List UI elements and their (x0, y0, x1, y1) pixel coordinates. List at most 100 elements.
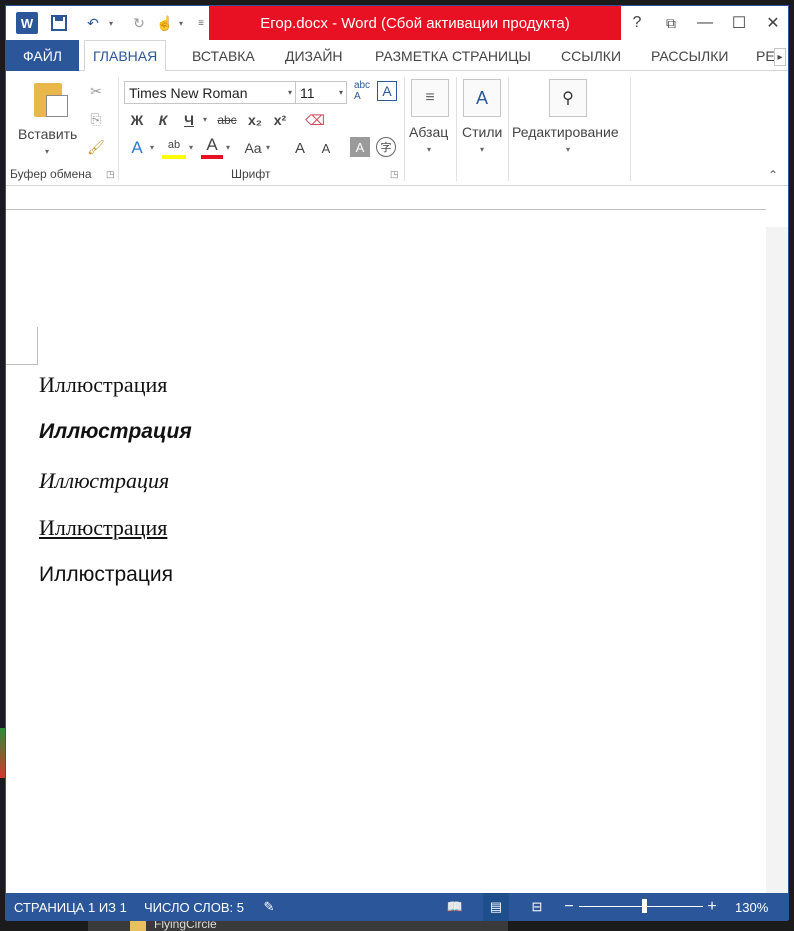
zoom-slider[interactable] (579, 906, 703, 907)
paragraph-button[interactable]: Абзац (409, 124, 448, 140)
group-divider (456, 77, 457, 181)
word-window: W ↶ ▾ ↻ ☝ ▾ ≡ Егор.docx - Word (Сбой акт… (5, 5, 790, 921)
zoom-slider-thumb[interactable] (642, 899, 647, 913)
superscript-button[interactable]: x² (269, 109, 291, 131)
paragraph-icon[interactable]: ≡ (411, 79, 449, 117)
close-button[interactable]: ✕ (756, 6, 790, 40)
document-area[interactable]: Иллюстрация Иллюстрация Иллюстрация Иллю… (6, 187, 788, 893)
paste-paper-icon (46, 95, 68, 117)
zoom-in-icon[interactable]: + (703, 898, 721, 916)
binoculars-icon[interactable]: ⚲ (549, 79, 587, 117)
help-button[interactable]: ? (620, 6, 654, 40)
styles-button[interactable]: Стили (462, 124, 502, 140)
tab-design[interactable]: ДИЗАЙН (277, 40, 351, 71)
read-mode-icon[interactable]: 📖 (446, 898, 464, 916)
page-count[interactable]: СТРАНИЦА 1 ИЗ 1 (14, 900, 127, 915)
web-layout-icon[interactable]: ⊟ (528, 898, 546, 916)
subscript-button[interactable]: x₂ (244, 109, 266, 131)
zoom-level[interactable]: 130% (735, 900, 768, 915)
touch-mode-icon[interactable]: ☝ (154, 12, 176, 34)
font-launcher-icon[interactable]: ◳ (390, 169, 399, 180)
strikethrough-button[interactable]: abc (214, 109, 240, 131)
folder-icon (130, 921, 146, 931)
chevron-down-icon[interactable]: ▾ (150, 143, 154, 152)
redo-icon[interactable]: ↻ (128, 12, 150, 34)
chevron-down-icon[interactable]: ▾ (480, 145, 484, 154)
chevron-down-icon[interactable]: ▾ (566, 145, 570, 154)
grow-font-button[interactable]: A (290, 137, 310, 159)
customize-toolbar-icon[interactable]: ≡ (196, 12, 206, 34)
status-bar: СТРАНИЦА 1 ИЗ 1 ЧИСЛО СЛОВ: 5 ✎ 📖 ▤ ⊟ − … (6, 893, 788, 921)
chevron-down-icon[interactable]: ▾ (339, 88, 343, 97)
chevron-down-icon[interactable]: ▾ (189, 143, 193, 152)
word-count[interactable]: ЧИСЛО СЛОВ: 5 (144, 900, 244, 915)
chevron-down-icon[interactable]: ▾ (288, 88, 292, 97)
ribbon: Вставить ▾ ✂ ⎘ 🖌 Буфер обмена ◳ Times Ne… (6, 71, 788, 186)
tab-mailings[interactable]: РАССЫЛКИ (643, 40, 736, 71)
zoom-out-icon[interactable]: − (560, 898, 578, 916)
text-effects-icon[interactable]: A (126, 137, 148, 159)
page-top-edge (6, 209, 766, 210)
copy-icon[interactable]: ⎘ (86, 109, 106, 129)
touch-dropdown-icon[interactable]: ▾ (176, 12, 186, 34)
cut-icon[interactable]: ✂ (86, 81, 106, 101)
screen: W ↶ ▾ ↻ ☝ ▾ ≡ Егор.docx - Word (Сбой акт… (0, 0, 794, 931)
font-size-combobox[interactable]: 11 ▾ (295, 81, 347, 104)
vertical-scrollbar[interactable] (766, 227, 788, 893)
italic-button[interactable]: К (152, 109, 174, 131)
save-icon[interactable] (48, 12, 70, 34)
chevron-down-icon[interactable]: ▾ (266, 143, 270, 152)
paragraph-underlined[interactable]: Иллюстрация (39, 515, 167, 541)
enclose-characters-icon[interactable]: 字 (376, 137, 396, 157)
editing-button[interactable]: Редактирование (512, 124, 619, 140)
font-group-label: Шрифт (231, 167, 271, 181)
change-case-button[interactable]: Aa (240, 137, 266, 159)
tab-page-layout[interactable]: РАЗМЕТКА СТРАНИЦЫ (367, 40, 539, 71)
bold-button[interactable]: Ж (126, 109, 148, 131)
clear-format-icon[interactable]: A (377, 81, 397, 101)
tab-file[interactable]: ФАЙЛ (6, 40, 79, 71)
clipboard-launcher-icon[interactable]: ◳ (106, 169, 115, 180)
styles-icon[interactable]: A (463, 79, 501, 117)
paragraph-bold-italic[interactable]: Иллюстрация (39, 420, 192, 444)
print-layout-icon[interactable]: ▤ (483, 893, 509, 921)
tab-insert[interactable]: ВСТАВКА (184, 40, 263, 71)
character-shading-icon[interactable]: A (350, 137, 370, 157)
background-folder-label: FlyingCircle (154, 921, 217, 931)
group-divider (630, 77, 631, 181)
highlight-color-icon[interactable]: ab (162, 135, 186, 159)
minimize-button[interactable]: — (688, 6, 722, 40)
collapse-ribbon-icon[interactable]: ⌃ (768, 168, 778, 182)
underline-button[interactable]: Ч (178, 109, 200, 131)
undo-dropdown-icon[interactable]: ▾ (106, 12, 116, 34)
font-name-value: Times New Roman (129, 85, 248, 101)
font-color-icon[interactable]: A (201, 135, 223, 159)
font-name-combobox[interactable]: Times New Roman ▾ (124, 81, 296, 104)
background-taskbar: FlyingCircle (88, 921, 508, 931)
tab-references[interactable]: ССЫЛКИ (553, 40, 629, 71)
group-divider (508, 77, 509, 181)
underline-dropdown-icon[interactable]: ▾ (203, 115, 207, 124)
paragraph-regular[interactable]: Иллюстрация (39, 372, 167, 398)
eraser-icon[interactable]: ⌫ (304, 109, 326, 131)
undo-icon[interactable]: ↶ (82, 12, 104, 34)
ribbon-display-options-button[interactable]: ⧉ (654, 6, 688, 40)
chevron-down-icon[interactable]: ▾ (226, 143, 230, 152)
ribbon-tabs: ФАЙЛ ГЛАВНАЯ ВСТАВКА ДИЗАЙН РАЗМЕТКА СТР… (6, 40, 788, 72)
font-size-value: 11 (300, 85, 315, 101)
change-case-abc-icon[interactable]: abc A (351, 79, 373, 103)
format-painter-icon[interactable]: 🖌 (86, 137, 106, 157)
chevron-down-icon[interactable]: ▾ (427, 145, 431, 154)
paste-dropdown-icon[interactable]: ▾ (45, 147, 49, 156)
margin-corner-marker (6, 327, 38, 365)
tab-home[interactable]: ГЛАВНАЯ (84, 40, 167, 72)
proofing-icon[interactable]: ✎ (260, 898, 278, 916)
paragraph-italic[interactable]: Иллюстрация (39, 468, 169, 494)
paragraph-sans[interactable]: Иллюстрация (39, 563, 173, 587)
paste-button[interactable]: Вставить (18, 126, 77, 142)
word-logo-icon[interactable]: W (16, 12, 38, 34)
maximize-button[interactable]: ☐ (722, 6, 756, 40)
tabs-scroll-right-icon[interactable]: ▸ (774, 48, 786, 66)
clipboard-group-label: Буфер обмена (10, 167, 92, 181)
shrink-font-button[interactable]: A (316, 137, 336, 159)
